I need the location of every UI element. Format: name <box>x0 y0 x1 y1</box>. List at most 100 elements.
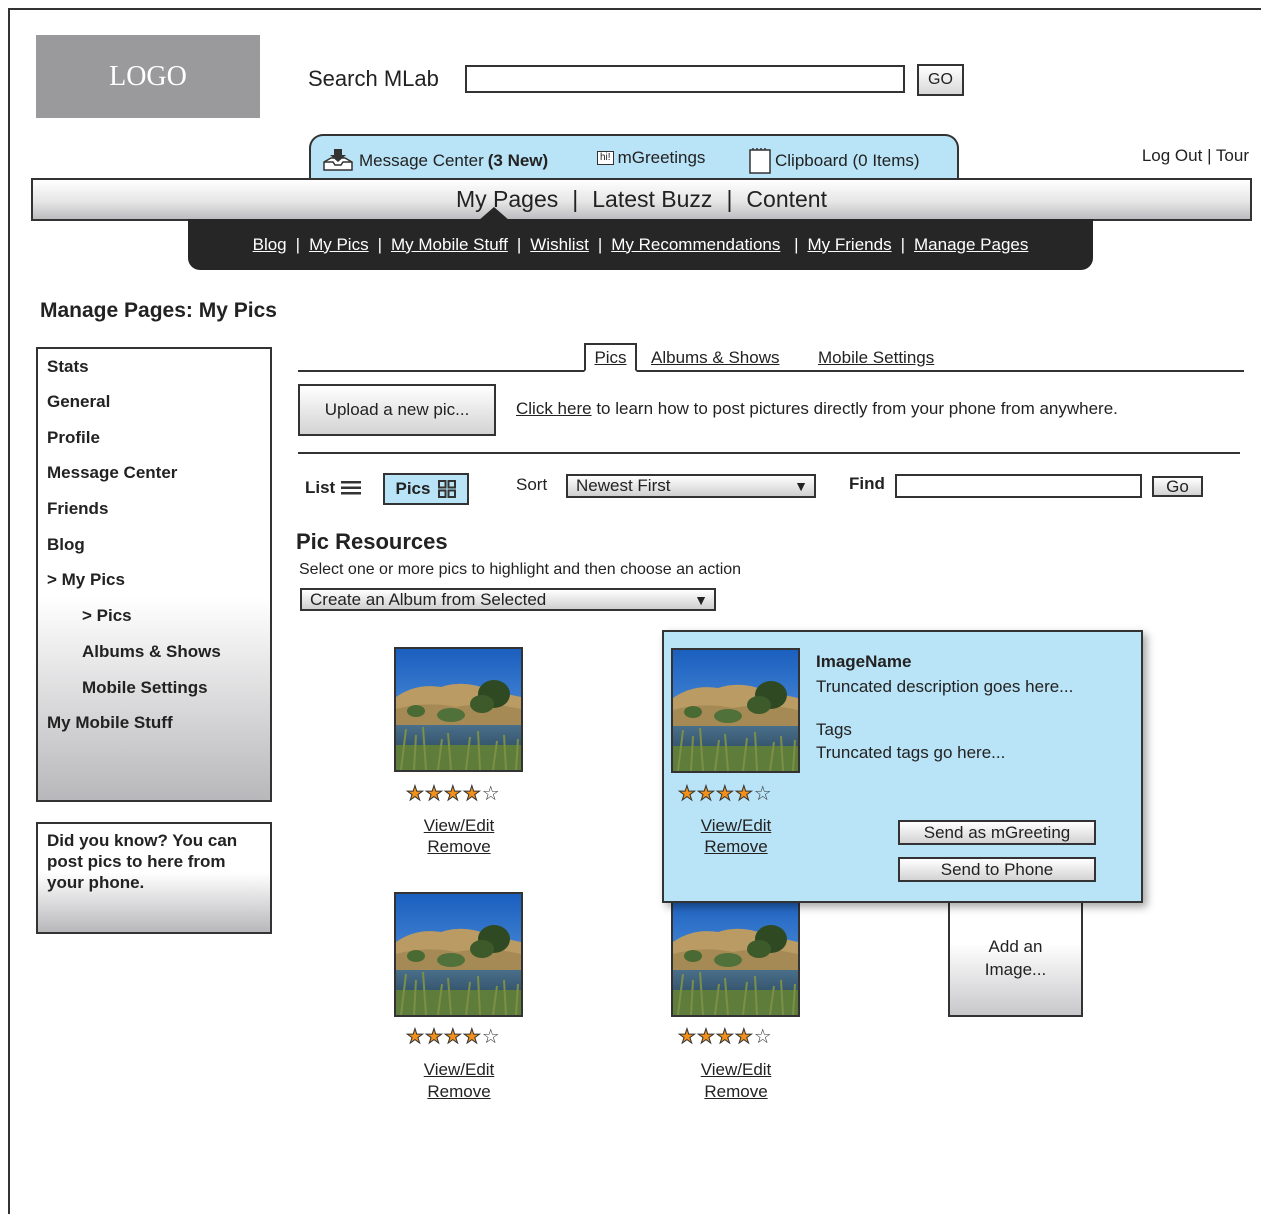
tags-label: Tags <box>816 720 852 739</box>
pic-thumbnail[interactable] <box>671 648 800 773</box>
subnav-wishlist[interactable]: Wishlist <box>530 235 589 255</box>
star-empty-icon[interactable]: ☆ <box>754 783 773 805</box>
view-edit-link[interactable]: View/Edit <box>399 1060 519 1080</box>
clipboard-link[interactable]: Clipboard (0 Items) <box>749 148 920 174</box>
main-nav: My Pages | Latest Buzz | Content <box>31 178 1252 221</box>
logo[interactable]: LOGO <box>36 35 260 118</box>
search-input[interactable] <box>465 65 905 93</box>
star-filled-icon[interactable]: ★ <box>715 1026 735 1049</box>
star-filled-icon[interactable]: ★ <box>696 1026 716 1049</box>
pics-view-toggle[interactable]: Pics <box>383 473 469 505</box>
clipboard-label: Clipboard (0 Items) <box>775 151 920 170</box>
star-filled-icon[interactable]: ★ <box>443 1026 463 1049</box>
sidebar-item-general[interactable]: General <box>47 392 110 412</box>
star-filled-icon[interactable]: ★ <box>424 783 444 806</box>
sidebar-item-albums-shows[interactable]: Albums & Shows <box>82 642 221 662</box>
star-filled-icon[interactable]: ★ <box>678 783 697 806</box>
pic-thumbnail[interactable] <box>394 647 523 772</box>
subnav-my-recommendations[interactable]: My Recommendations <box>611 235 780 255</box>
action-value: Create an Album from Selected <box>310 589 547 609</box>
list-view-label: List <box>305 478 336 497</box>
message-count-badge: (3 New) <box>487 151 549 170</box>
send-to-phone-button[interactable]: Send to Phone <box>898 857 1096 882</box>
star-filled-icon[interactable]: ★ <box>696 783 716 806</box>
sort-select[interactable]: Newest First ▼ <box>566 474 816 498</box>
star-filled-icon[interactable]: ★ <box>424 1026 444 1049</box>
upload-hint: Click here to learn how to post pictures… <box>516 399 1118 419</box>
tab-albums-shows[interactable]: Albums & Shows <box>651 348 780 368</box>
message-center-link[interactable]: Message Center (3 New) <box>321 148 548 174</box>
click-here-link[interactable]: Click here <box>516 399 592 418</box>
sidebar-item-my-mobile-stuff[interactable]: My Mobile Stuff <box>47 713 173 733</box>
send-mgreeting-button[interactable]: Send as mGreeting <box>898 820 1096 845</box>
tabs-divider <box>298 370 1244 372</box>
pic-thumbnail[interactable] <box>671 892 800 1017</box>
add-image-line2: Image... <box>984 960 1047 979</box>
star-filled-icon[interactable]: ★ <box>406 1026 425 1049</box>
subnav-my-mobile-stuff[interactable]: My Mobile Stuff <box>391 235 508 255</box>
logout-link[interactable]: Log Out <box>1142 146 1203 165</box>
star-filled-icon[interactable]: ★ <box>734 1026 754 1049</box>
list-view-toggle[interactable]: List <box>305 478 362 498</box>
star-rating[interactable]: ★★★★☆ <box>406 781 501 806</box>
mgreetings-icon: hi! <box>597 151 614 165</box>
star-rating[interactable]: ★★★★☆ <box>406 1024 501 1049</box>
tab-pics[interactable]: Pics <box>584 343 637 372</box>
add-image-tile[interactable]: Add an Image... <box>948 893 1083 1017</box>
nav-content[interactable]: Content <box>746 186 827 213</box>
upload-pic-button[interactable]: Upload a new pic... <box>298 384 496 436</box>
view-edit-link[interactable]: View/Edit <box>676 1060 796 1080</box>
find-go-button[interactable]: Go <box>1152 476 1203 497</box>
landscape-photo <box>396 894 521 1015</box>
star-filled-icon[interactable]: ★ <box>678 1026 697 1049</box>
remove-link[interactable]: Remove <box>399 837 519 857</box>
sort-value: Newest First <box>576 476 671 495</box>
sidebar-item-friends[interactable]: Friends <box>47 499 108 519</box>
sidebar-item-message-center[interactable]: Message Center <box>47 463 177 483</box>
sidebar-item-blog[interactable]: Blog <box>47 535 85 555</box>
star-filled-icon[interactable]: ★ <box>715 783 735 806</box>
sidebar-item-my-pics[interactable]: > My Pics <box>47 570 125 590</box>
landscape-photo <box>673 894 798 1015</box>
view-edit-link[interactable]: View/Edit <box>676 816 796 836</box>
find-input[interactable] <box>895 474 1142 498</box>
separator: | <box>1207 146 1216 165</box>
subnav-my-pics[interactable]: My Pics <box>309 235 369 255</box>
star-empty-icon[interactable]: ☆ <box>482 1026 501 1048</box>
pic-thumbnail[interactable] <box>394 892 523 1017</box>
star-filled-icon[interactable]: ★ <box>734 783 754 806</box>
star-filled-icon[interactable]: ★ <box>443 783 463 806</box>
star-empty-icon[interactable]: ☆ <box>754 1026 773 1048</box>
separator: | <box>900 234 905 254</box>
grid-icon <box>438 480 457 498</box>
view-edit-link[interactable]: View/Edit <box>399 816 519 836</box>
action-select[interactable]: Create an Album from Selected ▼ <box>300 588 716 611</box>
star-rating[interactable]: ★★★★☆ <box>678 781 773 806</box>
sidebar-item-mobile-settings[interactable]: Mobile Settings <box>82 678 208 698</box>
star-filled-icon[interactable]: ★ <box>406 783 425 806</box>
remove-link[interactable]: Remove <box>399 1082 519 1102</box>
sidebar-item-pics[interactable]: > Pics <box>82 606 132 626</box>
star-empty-icon[interactable]: ☆ <box>482 783 501 805</box>
star-rating[interactable]: ★★★★☆ <box>678 1024 773 1049</box>
subnav-blog[interactable]: Blog <box>253 235 287 255</box>
inbox-download-icon <box>323 149 353 171</box>
message-center-label: Message Center <box>359 151 484 170</box>
search-go-button[interactable]: GO <box>917 64 964 96</box>
tour-link[interactable]: Tour <box>1216 146 1249 165</box>
remove-link[interactable]: Remove <box>676 837 796 857</box>
remove-link[interactable]: Remove <box>676 1082 796 1102</box>
nav-latest-buzz[interactable]: Latest Buzz <box>592 186 712 213</box>
tab-mobile-settings[interactable]: Mobile Settings <box>818 348 934 368</box>
image-description: Truncated description goes here... <box>816 677 1074 696</box>
image-name: ImageName <box>816 652 912 671</box>
star-filled-icon[interactable]: ★ <box>462 1026 482 1049</box>
subnav-my-friends[interactable]: My Friends <box>808 235 892 255</box>
sidebar-item-stats[interactable]: Stats <box>47 357 89 377</box>
star-filled-icon[interactable]: ★ <box>462 783 482 806</box>
mgreetings-link[interactable]: hi! mGreetings <box>597 148 705 168</box>
message-bar: Message Center (3 New) hi! mGreetings Cl… <box>309 134 959 180</box>
sidebar-item-profile[interactable]: Profile <box>47 428 100 448</box>
subnav-manage-pages[interactable]: Manage Pages <box>914 235 1028 255</box>
separator: | <box>572 186 579 212</box>
